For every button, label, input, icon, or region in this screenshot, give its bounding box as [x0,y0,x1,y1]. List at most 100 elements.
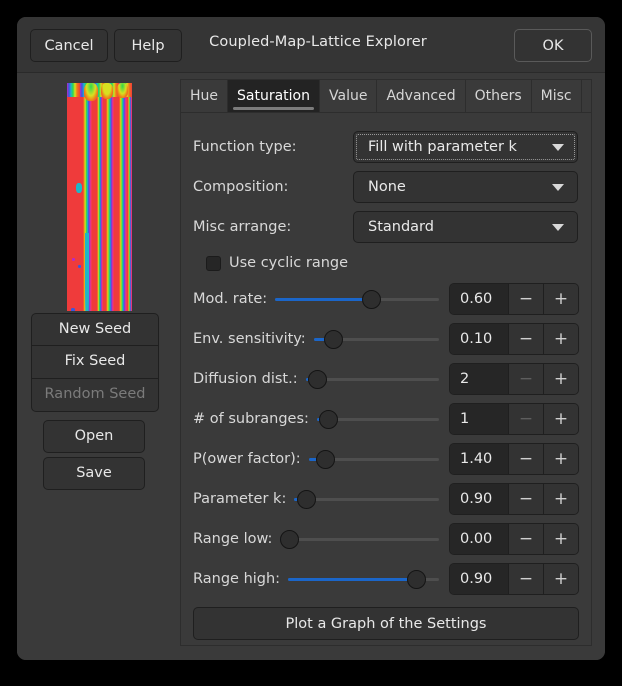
env-sensitivity-decrement-button[interactable]: − [508,324,543,354]
range-low-value-field[interactable]: 0.00 [450,524,508,554]
of-subranges-increment-button[interactable]: + [543,404,578,434]
slider-handle[interactable] [316,450,335,469]
tab-label: Others [475,88,522,104]
mod-rate-slider[interactable] [275,289,439,309]
seed-button-fix-seed[interactable]: Fix Seed [31,346,159,379]
preview-defect [72,258,75,261]
env-sensitivity-label: Env. sensitivity: [193,331,306,347]
tab-page-saturation: Function type:Fill with parameter kCompo… [180,112,592,646]
misc-arrange-label: Misc arrange: [193,219,353,235]
ok-button[interactable]: OK [514,29,592,62]
range-low-slider[interactable] [280,529,439,549]
dialog-window: Cancel Help Coupled-Map-Lattice Explorer… [17,17,605,660]
diffusion-dist-slider[interactable] [306,369,439,389]
env-sensitivity-spinner: 0.10−+ [449,323,579,355]
function-type-selected-value: Fill with parameter k [368,139,517,155]
env-sensitivity-value-field[interactable]: 0.10 [450,324,508,354]
misc-arrange-selected-value: Standard [368,219,434,235]
preview-crown-blob [117,83,128,98]
preview-crown-blob [101,83,113,99]
slider-track [280,538,439,541]
p-ower-factor-decrement-button[interactable]: − [508,444,543,474]
parameter-k-value-field[interactable]: 0.90 [450,484,508,514]
diffusion-dist-increment-button[interactable]: + [543,364,578,394]
p-ower-factor-value-field[interactable]: 1.40 [450,444,508,474]
env-sensitivity-row: Env. sensitivity: 0.10−+ [193,319,579,359]
range-low-spinner: 0.00−+ [449,523,579,555]
range-high-value-field[interactable]: 0.90 [450,564,508,594]
slider-handle[interactable] [280,530,299,549]
slider-handle[interactable] [407,570,426,589]
mod-rate-spinner: 0.60−+ [449,283,579,315]
mod-rate-decrement-button[interactable]: − [508,284,543,314]
range-high-decrement-button[interactable]: − [508,564,543,594]
use-cyclic-range-label: Use cyclic range [229,255,348,271]
function-type-dropdown[interactable]: Fill with parameter k [353,131,578,163]
parameter-k-increment-button[interactable]: + [543,484,578,514]
p-ower-factor-spinner: 1.40−+ [449,443,579,475]
tab-misc[interactable]: Misc [532,79,582,112]
preview-band [119,83,127,311]
range-high-slider[interactable] [288,569,439,589]
misc-arrange-dropdown[interactable]: Standard [353,211,578,243]
of-subranges-value-field[interactable]: 1 [450,404,508,434]
chevron-down-icon [552,184,564,191]
tab-strip: HueSaturationValue Advanced Others Misc [180,79,592,112]
seed-button-random-seed: Random Seed [31,379,159,412]
range-high-increment-button[interactable]: + [543,564,578,594]
mod-rate-value-field[interactable]: 0.60 [450,284,508,314]
tab-strip-filler [582,79,592,112]
use-cyclic-range-row[interactable]: Use cyclic range [193,247,579,279]
env-sensitivity-increment-button[interactable]: + [543,324,578,354]
chevron-down-icon [552,224,564,231]
use-cyclic-range-checkbox[interactable] [206,256,221,271]
mod-rate-increment-button[interactable]: + [543,284,578,314]
chevron-down-icon [552,144,564,151]
parameter-k-slider[interactable] [294,489,439,509]
settings-notebook: HueSaturationValue Advanced Others Misc Fun… [180,79,592,646]
tab-hue[interactable]: Hue [180,79,228,112]
coupled-map-lattice-preview[interactable] [67,83,132,311]
tab-advanced[interactable]: Advanced [377,79,465,112]
slider-handle[interactable] [362,290,381,309]
preview-crown-blob [84,83,98,101]
p-ower-factor-row: P(ower factor):1.40−+ [193,439,579,479]
preview-defect [85,233,89,311]
preview-defect [76,183,82,193]
mod-rate-label: Mod. rate: [193,291,267,307]
slider-handle[interactable] [297,490,316,509]
slider-fill [288,578,416,581]
env-sensitivity-slider[interactable] [314,329,439,349]
diffusion-dist-row: Diffusion dist.:2−+ [193,359,579,399]
plot-graph-button[interactable]: Plot a Graph of the Settings [193,607,579,640]
open-button[interactable]: Open [43,420,145,453]
tab-saturation[interactable]: Saturation [228,79,320,112]
range-high-spinner: 0.90−+ [449,563,579,595]
diffusion-dist-value-field[interactable]: 2 [450,364,508,394]
range-low-label: Range low: [193,531,272,547]
tab-value[interactable]: Value [320,79,377,112]
of-subranges-decrement-button: − [508,404,543,434]
slider-handle[interactable] [319,410,338,429]
slider-handle[interactable] [324,330,343,349]
preview-band [128,83,132,311]
slider-handle[interactable] [308,370,327,389]
seed-button-new-seed[interactable]: New Seed [31,313,159,346]
p-ower-factor-slider[interactable] [309,449,439,469]
dialog-body: New SeedFix SeedRandom Seed Open Save Hue… [17,73,605,660]
composition-selected-value: None [368,179,406,195]
p-ower-factor-increment-button[interactable]: + [543,444,578,474]
parameter-k-label: Parameter k: [193,491,286,507]
parameter-k-decrement-button[interactable]: − [508,484,543,514]
range-low-decrement-button[interactable]: − [508,524,543,554]
range-low-increment-button[interactable]: + [543,524,578,554]
range-high-label: Range high: [193,571,280,587]
parameter-k-spinner: 0.90−+ [449,483,579,515]
left-panel: New SeedFix SeedRandom Seed Open Save [17,73,181,660]
tab-others[interactable]: Others [466,79,532,112]
composition-dropdown[interactable]: None [353,171,578,203]
save-button[interactable]: Save [43,457,145,490]
tab-label: Advanced [386,88,455,104]
combo-row-group: Function type:Fill with parameter kCompo… [193,127,579,247]
of-subranges-slider[interactable] [317,409,439,429]
